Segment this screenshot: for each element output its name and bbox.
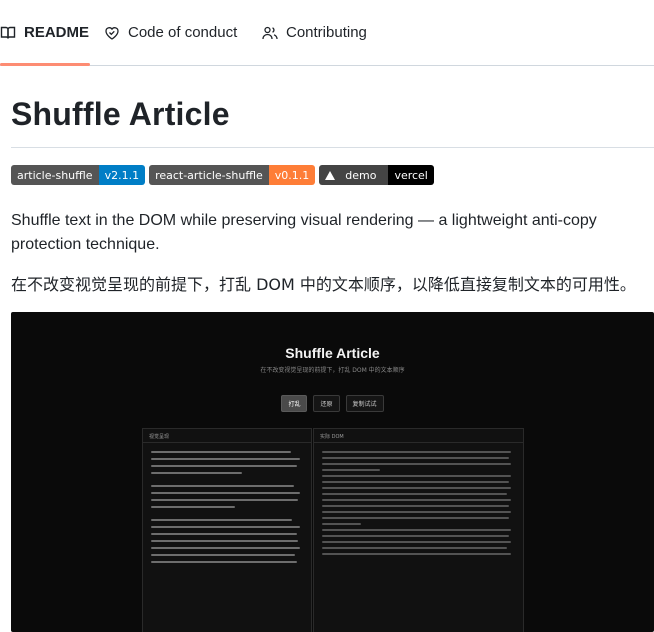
title-divider	[11, 147, 654, 148]
active-tab-indicator	[0, 63, 90, 66]
tab-readme-label: README	[24, 24, 90, 41]
demo-screenshot: Shuffle Article 在不改变视觉呈现的前提下，打乱 DOM 中的文本…	[11, 312, 654, 632]
description-chinese: 在不改变视觉呈现的前提下，打乱 DOM 中的文本顺序，以降低直接复制文本的可用性…	[11, 275, 636, 294]
badge-demo[interactable]: demo vercel	[319, 165, 434, 185]
screenshot-restore-button: 还原	[313, 395, 340, 412]
screenshot-button-row: 打乱 还原 复制试试	[11, 395, 654, 412]
badge-label: article-shuffle	[11, 165, 99, 185]
tab-code-of-conduct-label: Code of conduct	[128, 24, 238, 41]
screenshot-title: Shuffle Article	[285, 345, 380, 361]
screenshot-dom-panel: 实际 DOM	[313, 428, 524, 632]
screenshot-visual-panel: 视觉呈现	[142, 428, 312, 632]
badge-article-shuffle[interactable]: article-shuffle v2.1.1	[11, 165, 146, 185]
tab-code-of-conduct[interactable]: Code of conduct	[104, 24, 237, 60]
badge-label: react-article-shuffle	[149, 165, 269, 185]
screenshot-panel-heading: 视觉呈现	[143, 429, 311, 443]
triangle-icon	[325, 170, 336, 180]
badge-value: v0.1.1	[268, 165, 316, 185]
heart-icon	[105, 27, 119, 40]
tab-contributing-label: Contributing	[286, 24, 367, 41]
page-title: Shuffle Article	[11, 96, 230, 132]
badge-label: demo	[345, 168, 377, 182]
badge-label-wrap: demo	[319, 165, 389, 185]
screenshot-panel-text	[314, 443, 523, 567]
tab-readme[interactable]: README	[0, 24, 89, 60]
tab-contributing[interactable]: Contributing	[262, 24, 367, 60]
description-english: Shuffle text in the DOM while preserving…	[11, 212, 597, 253]
screenshot-panel-heading: 实际 DOM	[314, 429, 523, 443]
badge-value: vercel	[388, 165, 434, 185]
screenshot-panel-text	[143, 443, 311, 576]
book-icon	[0, 26, 16, 39]
screenshot-shuffle-button: 打乱	[281, 395, 308, 412]
screenshot-subtitle: 在不改变视觉呈现的前提下，打乱 DOM 中的文本顺序	[260, 367, 405, 374]
badge-row: article-shuffle v2.1.1 react-article-shu…	[11, 165, 434, 185]
people-icon	[262, 26, 278, 40]
readme-tabs: README Code of conduct Contributing	[0, 0, 654, 66]
screenshot-copy-button: 复制试试	[345, 395, 384, 412]
badge-value: v2.1.1	[98, 165, 146, 185]
badge-react-article-shuffle[interactable]: react-article-shuffle v0.1.1	[149, 165, 316, 185]
